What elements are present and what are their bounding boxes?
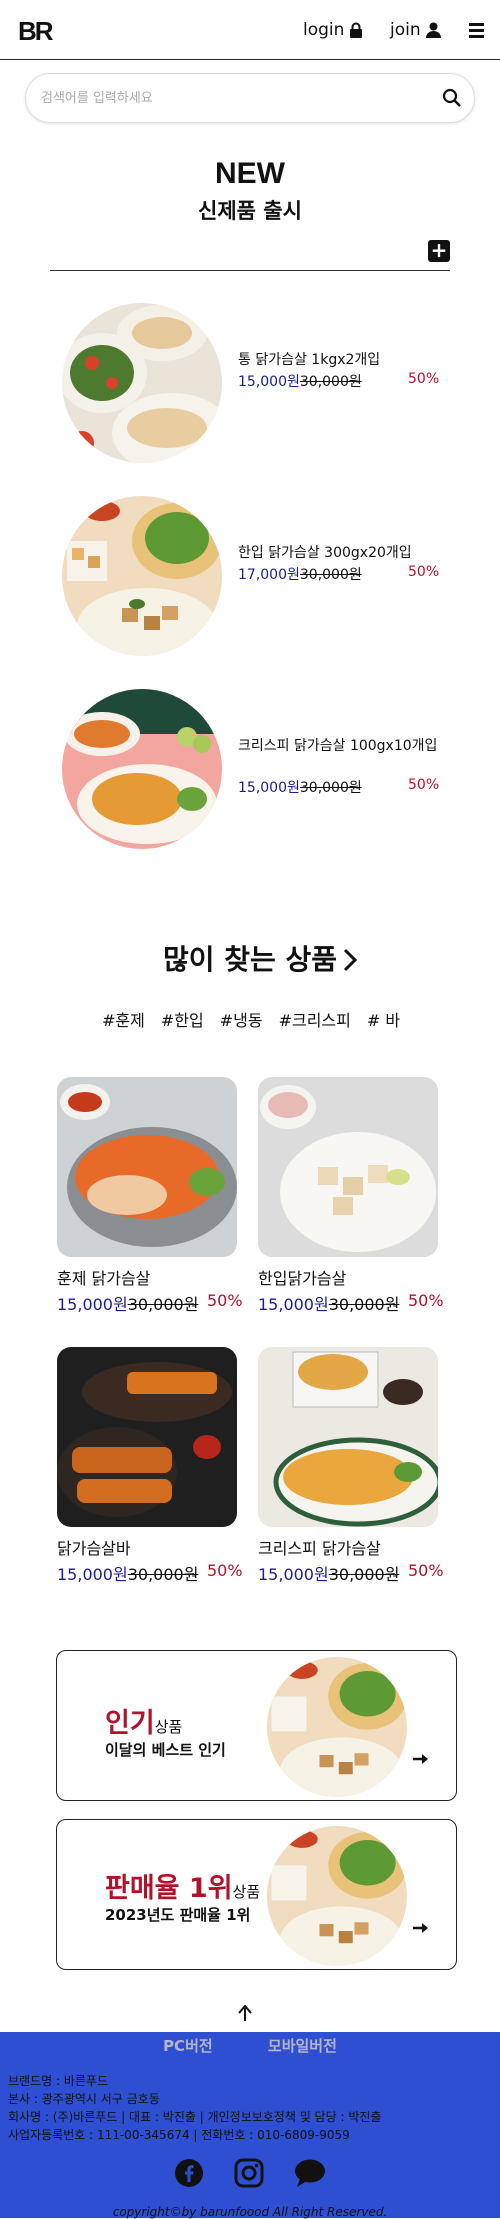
instagram-icon[interactable]	[234, 2158, 264, 2188]
chevron-right-icon[interactable]	[342, 948, 358, 972]
join-label: join	[390, 20, 421, 40]
footer: PC버전 모바일버전 브랜드명 : 바른푸드 본사 : 광주광역시 서구 금호동…	[0, 2032, 500, 2218]
price-row: 15,000원30,000원 50%	[57, 1291, 243, 1315]
lock-icon	[350, 22, 363, 38]
tag-smoked[interactable]: #훈제	[102, 1007, 145, 1031]
product-image[interactable]	[57, 1077, 237, 1257]
product-image[interactable]	[62, 496, 222, 656]
header: BR login join	[0, 0, 500, 60]
social-icons	[174, 2158, 326, 2188]
promo-desc: 이달의 베스트 인기	[105, 1741, 226, 1759]
discount: 50%	[408, 1291, 444, 1310]
product-name: 한입 닭가슴살 300gx20개입	[238, 545, 412, 561]
logo[interactable]: BR	[18, 16, 54, 47]
popular-product-card[interactable]: 훈제 닭가슴살 15,000원30,000원 50%	[57, 1077, 243, 1315]
divider	[50, 270, 450, 271]
plus-icon[interactable]: +	[428, 240, 450, 262]
promo-popular[interactable]: 인기상품 이달의 베스트 인기	[56, 1650, 457, 1801]
price: 15,000원	[238, 374, 300, 390]
price-row: 15,000원30,000원 50%	[57, 1561, 243, 1585]
facebook-icon[interactable]	[174, 2158, 204, 2188]
arrow-right-icon[interactable]	[413, 1922, 429, 1934]
new-subtitle: 신제품 출시	[198, 199, 302, 223]
discount: 50%	[207, 1291, 243, 1310]
product-image[interactable]	[258, 1077, 438, 1257]
old-price: 30,000원	[127, 1295, 199, 1314]
old-price: 30,000원	[299, 780, 362, 796]
search-bar	[25, 73, 475, 123]
promo-bestseller[interactable]: 판매율 1위상품 2023년도 판매율 1위	[56, 1819, 457, 1970]
promo-title: 인기상품	[105, 1701, 182, 1740]
chat-icon[interactable]	[294, 2158, 326, 2188]
search-icon[interactable]	[442, 88, 462, 108]
menu-icon[interactable]	[469, 23, 484, 38]
product-image[interactable]	[258, 1347, 438, 1527]
new-product-card[interactable]: 크리스피 닭가슴살 100gx10개입 15,000원30,000원 50%	[62, 689, 462, 849]
search-input[interactable]	[41, 86, 421, 110]
product-image[interactable]	[57, 1347, 237, 1527]
promo-title-big: 인기	[105, 1708, 155, 1739]
promo-title-big: 판매율 1위	[105, 1873, 233, 1904]
tag-frozen[interactable]: #냉동	[220, 1007, 263, 1031]
price-row: 15,000원30,000원 50%	[258, 1561, 444, 1585]
price: 15,000원	[57, 1295, 128, 1314]
old-price: 30,000원	[299, 374, 362, 390]
discount: 50%	[408, 564, 440, 580]
product-name: 통 닭가슴살 1kgx2개입	[238, 352, 381, 368]
product-name: 크리스피 닭가슴살 100gx10개입	[238, 738, 438, 754]
tab-pc[interactable]: PC버전	[163, 2037, 213, 2055]
discount: 50%	[408, 777, 440, 793]
arrow-up-icon[interactable]	[238, 2005, 252, 2021]
info-company: 회사명 : (주)바른푸드 | 대표 : 박진출 | 개인정보보호정책 및 담당…	[8, 2110, 382, 2124]
arrow-right-icon[interactable]	[413, 1753, 429, 1765]
promo-image	[267, 1826, 407, 1966]
price-row: 15,000원30,000원 50%	[258, 1291, 444, 1315]
price: 15,000원	[258, 1295, 329, 1314]
product-name: 크리스피 닭가슴살	[258, 1539, 381, 1558]
promo-title-small: 상품	[232, 1883, 261, 1901]
product-image[interactable]	[62, 303, 222, 463]
join-link[interactable]: join	[390, 20, 441, 40]
tag-crispy[interactable]: #크리스피	[279, 1007, 351, 1031]
copyright: copyright©by barunfoood All Right Reserv…	[112, 2205, 388, 2219]
login-link[interactable]: login	[303, 20, 363, 40]
discount: 50%	[408, 1561, 444, 1580]
tag-bar[interactable]: # 바	[367, 1007, 400, 1031]
tag-list: #훈제 #한입 #냉동 #크리스피 # 바	[102, 1007, 400, 1031]
popular-product-card[interactable]: 크리스피 닭가슴살 15,000원30,000원 50%	[258, 1347, 444, 1585]
product-image[interactable]	[62, 689, 222, 849]
old-price: 30,000원	[127, 1565, 199, 1584]
product-name: 닭가슴살바	[57, 1539, 131, 1558]
promo-title: 판매율 1위상품	[105, 1866, 260, 1905]
product-name: 훈제 닭가슴살	[57, 1269, 151, 1288]
old-price: 30,000원	[328, 1565, 400, 1584]
info-brand: 브랜드명 : 바른푸드	[8, 2074, 108, 2088]
old-price: 30,000원	[299, 567, 362, 583]
popular-product-card[interactable]: 닭가슴살바 15,000원30,000원 50%	[57, 1347, 243, 1585]
tag-bite[interactable]: #한입	[161, 1007, 204, 1031]
promo-desc: 2023년도 판매율 1위	[105, 1906, 251, 1924]
new-product-card[interactable]: 통 닭가슴살 1kgx2개입 15,000원30,000원 50%	[62, 303, 462, 463]
old-price: 30,000원	[328, 1295, 400, 1314]
login-label: login	[303, 20, 345, 40]
info-registration: 사업자등록번호 : 111-00-345674 | 전화번호 : 010-680…	[8, 2128, 350, 2142]
promo-image	[267, 1657, 407, 1797]
product-name: 한입닭가슴살	[258, 1269, 347, 1288]
price: 15,000원	[238, 780, 300, 796]
popular-product-card[interactable]: 한입닭가슴살 15,000원30,000원 50%	[258, 1077, 444, 1315]
new-product-card[interactable]: 한입 닭가슴살 300gx20개입 17,000원30,000원 50%	[62, 496, 462, 656]
footer-tabs: PC버전 모바일버전	[0, 2035, 500, 2056]
price: 17,000원	[238, 567, 300, 583]
person-icon	[425, 22, 441, 38]
price: 15,000원	[258, 1565, 329, 1584]
info-address: 본사 : 광주광역시 서구 금호동	[8, 2092, 160, 2106]
popular-title: 많이 찾는 상품	[162, 943, 338, 976]
tab-mobile[interactable]: 모바일버전	[268, 2037, 337, 2055]
discount: 50%	[207, 1561, 243, 1580]
company-info: 브랜드명 : 바른푸드 본사 : 광주광역시 서구 금호동 회사명 : (주)바…	[8, 2072, 381, 2144]
price: 15,000원	[57, 1565, 128, 1584]
discount: 50%	[408, 371, 440, 387]
promo-title-small: 상품	[154, 1718, 183, 1736]
new-title: NEW	[215, 157, 285, 190]
